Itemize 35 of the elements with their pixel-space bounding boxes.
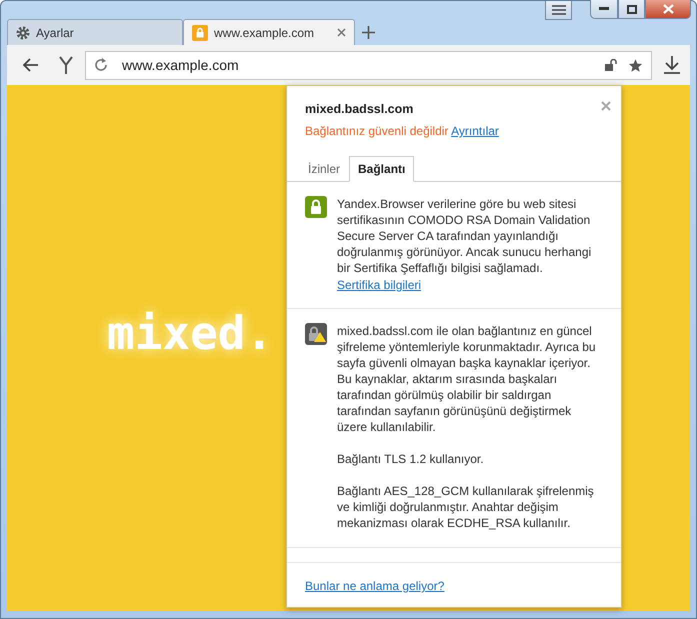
browser-tab[interactable]: www.example.com: [183, 19, 355, 45]
details-link[interactable]: Ayrıntılar: [451, 124, 499, 138]
address-bar[interactable]: www.example.com: [85, 50, 652, 80]
site-name: mixed.badssl.com: [305, 102, 414, 116]
certificate-link[interactable]: Sertifika bilgileri: [337, 278, 603, 292]
lock-icon: [192, 24, 208, 40]
help-link[interactable]: Bunlar ne anlama geliyor?: [305, 579, 444, 593]
warning-text: Bağlantınız güvenli değildir: [305, 124, 448, 138]
y-logo-icon[interactable]: [59, 56, 73, 74]
close-button[interactable]: [645, 0, 691, 19]
star-icon[interactable]: [628, 58, 643, 72]
close-icon[interactable]: [337, 28, 346, 37]
reload-icon[interactable]: [94, 58, 108, 72]
close-icon: [662, 4, 674, 14]
info-paragraph: mixed.badssl.com ile olan bağlantınız en güncel şifreleme yöntemleriyle korunmaktadır. Ayrıca bu sayfa güvenli olmayan başka kaynaklar içeriyor. Bu kaynaklar, aktarım sırasında başkaları tarafından görülmüş olabilir bir saldırgan tarafından sayfanın görünüşünü değiştirmek üzere kullanılabilir.: [337, 323, 597, 435]
menu-button[interactable]: [545, 1, 572, 20]
maximize-icon: [626, 4, 636, 14]
new-tab-icon[interactable]: [362, 26, 374, 38]
download-icon[interactable]: [664, 56, 680, 74]
browser-tab[interactable]: Ayarlar: [7, 19, 183, 45]
menu-icon: [552, 5, 566, 15]
back-arrow-icon[interactable]: [23, 58, 39, 72]
maximize-button[interactable]: [618, 0, 645, 19]
info-paragraph: Bağlantı TLS 1.2 kullanıyor.: [337, 451, 485, 467]
info-paragraph: Yandex.Browser verilerine göre bu web sitesi sertifikasının COMODO RSA Domain Validation Secure Server CA tarafından yayınlandığı doğrulanmış görünüyor. Ancak sunucu herhangi bir Sertifika Şeffaflığı bilgisi sağlamadı.: [337, 196, 592, 276]
lock-icon: [305, 196, 327, 218]
page-heading: mixed.: [107, 306, 274, 360]
popup-tab[interactable]: Bağlantı: [349, 156, 414, 182]
gear-icon: [16, 26, 30, 40]
lock-warning-icon: [305, 323, 327, 345]
minimize-icon: [599, 7, 609, 11]
popup-tab[interactable]: İzinler: [299, 156, 350, 181]
unlocked-icon[interactable]: [605, 59, 618, 71]
minimize-button[interactable]: [590, 0, 618, 19]
info-paragraph: Bağlantı AES_128_GCM kullanılarak şifrelenmiş ve kimliği doğrulanmıştır. Anahtar değişim mekanizması olarak ECDHE_RSA kullanılır.: [337, 483, 595, 531]
